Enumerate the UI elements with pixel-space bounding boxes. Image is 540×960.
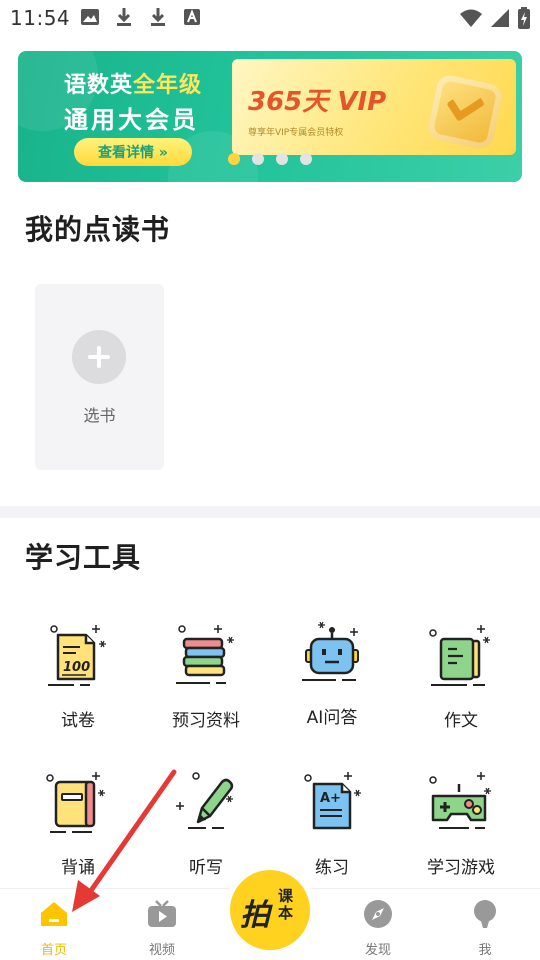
notebook-icon <box>429 625 490 686</box>
svg-text:100: 100 <box>63 660 90 675</box>
nav-label: 我 <box>478 943 492 958</box>
vip-card-title: 365天 VIP <box>248 87 387 117</box>
vip-badge-icon <box>425 72 505 152</box>
download-icon <box>117 8 131 26</box>
tool-label: 背诵 <box>61 858 95 878</box>
status-bar: 11:54 <box>0 0 540 36</box>
select-book-label: 选书 <box>83 406 116 425</box>
nav-label: 发现 <box>364 943 391 958</box>
nav-label: 视频 <box>148 943 175 958</box>
nav-home[interactable]: 首页 <box>14 899 94 958</box>
book-icon <box>46 772 105 833</box>
nav-label: 首页 <box>40 943 67 958</box>
banner-dot[interactable] <box>300 153 312 165</box>
notification-icons <box>80 7 202 27</box>
reading-books-title: 我的点读书 <box>25 213 171 246</box>
compass-icon <box>364 900 392 928</box>
section-divider <box>0 506 540 518</box>
view-details-button[interactable]: 查看详情 » <box>74 138 192 166</box>
books-stack-icon <box>176 625 234 684</box>
photo-button-side-text: 课本 <box>278 887 294 922</box>
a-plus-sheet-icon: A+ <box>304 772 361 830</box>
home-icon <box>41 902 67 926</box>
add-icon <box>72 330 126 384</box>
svg-text:A+: A+ <box>320 791 341 806</box>
banner-subheadline: 通用大会员 <box>64 106 199 134</box>
select-book-card[interactable]: 选书 <box>35 284 164 470</box>
gamepad-icon <box>429 772 491 829</box>
profile-icon <box>474 900 496 928</box>
font-icon <box>184 9 200 25</box>
robot-icon <box>302 621 359 681</box>
image-icon <box>81 9 99 25</box>
wifi-icon <box>460 9 482 27</box>
tool-label: 试卷 <box>61 711 95 731</box>
exam-paper-icon: 100 <box>48 625 106 686</box>
signal-icon <box>491 9 509 27</box>
pencil-icon <box>176 772 234 829</box>
tool-label: AI问答 <box>306 708 358 728</box>
banner-dot[interactable] <box>276 153 288 165</box>
nav-discover[interactable]: 发现 <box>338 899 418 958</box>
banner-headline: 语数英全年级 <box>64 73 203 98</box>
banner-dot[interactable] <box>228 153 240 165</box>
photo-button-main-text: 拍 <box>240 898 270 933</box>
banner-dot[interactable] <box>252 153 264 165</box>
vip-card-subtitle: 尊享年VIP专属会员特权 <box>248 128 344 138</box>
tools-title: 学习工具 <box>25 541 142 574</box>
download-icon <box>151 8 165 26</box>
status-time: 11:54 <box>10 6 71 30</box>
vip-banner[interactable]: 语数英全年级 通用大会员 查看详情 » 365天 VIP 尊享年VIP专属会员特… <box>18 51 522 182</box>
battery-icon <box>518 7 530 29</box>
photo-textbook-button[interactable]: 拍 课本 <box>230 870 310 950</box>
video-icon <box>148 900 176 927</box>
nav-profile[interactable]: 我 <box>445 899 525 958</box>
nav-video[interactable]: 视频 <box>122 899 202 958</box>
tool-label: 预习资料 <box>172 711 240 731</box>
system-icons <box>460 7 530 29</box>
banner-pagination[interactable] <box>228 153 312 165</box>
vip-card: 365天 VIP 尊享年VIP专属会员特权 <box>232 59 516 155</box>
tool-label: 作文 <box>444 711 478 731</box>
tool-label: 学习游戏 <box>427 858 495 878</box>
